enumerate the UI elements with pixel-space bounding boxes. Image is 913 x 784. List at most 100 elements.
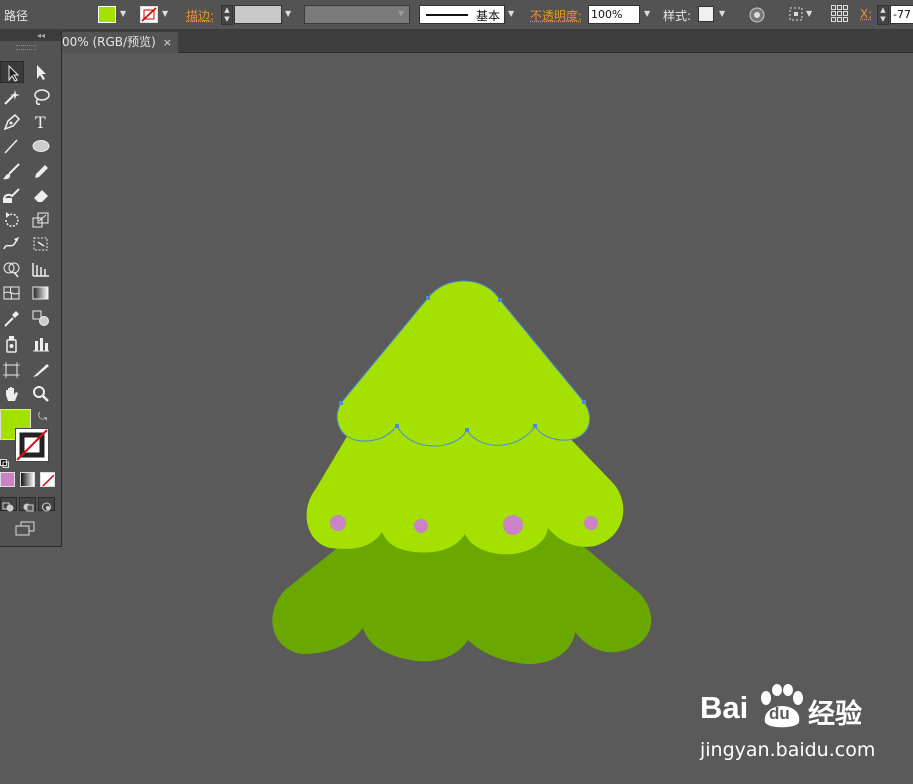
fill-dropdown-arrow[interactable]: ▼ [120,9,126,18]
tree-top-tier-selected-path[interactable] [336,280,590,447]
pencil-tool[interactable] [29,160,53,182]
stroke-weight-dropdown-arrow[interactable]: ▼ [285,9,291,18]
draw-normal-button[interactable] [0,497,17,512]
lasso-icon [34,89,50,105]
blend-tool[interactable] [29,307,53,329]
rotate-tool[interactable] [0,209,24,231]
document-tab[interactable]: 00% (RGB/预览) × [58,32,178,53]
type-tool[interactable]: T [29,111,53,133]
ornament[interactable] [584,516,598,530]
warp-icon [3,237,19,250]
draw-behind-button[interactable] [19,497,36,512]
perspective-grid-icon [32,263,49,277]
watermark-brand-du: du [769,704,790,723]
scale-tool[interactable] [29,209,53,231]
opacity-label[interactable]: 不透明度: [530,7,582,24]
eraser-tool[interactable] [29,184,53,206]
close-tab-icon[interactable]: × [163,32,172,53]
style-dropdown-arrow[interactable]: ▼ [719,9,725,18]
watermark-url: jingyan.baidu.com [700,739,876,761]
variable-width-dropdown-arrow[interactable]: ▼ [398,9,404,18]
ornament[interactable] [330,515,346,531]
recolor-artwork-icon[interactable] [748,6,766,27]
collapse-panel-icon[interactable]: ◂◂ [37,31,45,40]
pen-tool[interactable] [0,111,24,133]
stroke-color-swatch[interactable] [140,6,158,23]
stroke-weight-input[interactable] [234,5,282,24]
tools-panel-header[interactable]: ◂◂ [0,31,61,41]
gradient-icon [32,286,49,300]
align-grid-icon[interactable] [830,4,850,27]
free-transform-tool[interactable] [29,233,53,255]
x-input[interactable]: -77 [890,5,913,24]
x-label[interactable]: X: [860,7,872,21]
ornament[interactable] [414,519,428,533]
gradient-mode-button[interactable] [20,472,35,487]
svg-text:T: T [35,113,46,132]
stroke-swatch[interactable] [15,428,49,462]
hand-icon [6,387,18,401]
swap-fill-stroke-icon[interactable]: ⤿ [38,410,47,424]
transform-dropdown-arrow[interactable]: ▼ [806,9,812,18]
artboard-canvas[interactable] [0,53,913,784]
color-mode-button[interactable] [0,472,15,487]
brush-profile-label: 基本 [476,9,501,23]
shape-builder-tool[interactable] [0,258,24,280]
blob-brush-tool[interactable] [0,184,24,206]
zoom-tool[interactable] [29,383,53,405]
brush-definition-dropdown[interactable]: 基本 [419,5,505,24]
eyedropper-tool[interactable] [0,307,24,329]
ellipse-tool[interactable] [29,135,53,157]
opacity-dropdown-arrow[interactable]: ▼ [644,9,650,18]
lasso-tool[interactable] [29,86,53,108]
zoom-icon [33,386,49,402]
ornament[interactable] [503,515,523,535]
symbol-sprayer-tool[interactable] [0,333,24,355]
magic-wand-tool[interactable] [0,86,24,108]
graphic-style-swatch[interactable] [698,6,714,22]
warp-tool[interactable] [0,233,24,255]
selection-tool[interactable] [0,61,24,83]
line-segment-tool[interactable] [0,135,24,157]
none-mode-button[interactable] [40,472,55,487]
direct-selection-tool[interactable] [29,61,53,83]
stroke-weight-stepper[interactable]: ▲ ▼ [221,5,233,25]
default-colors-icon[interactable] [0,453,9,468]
paintbrush-icon [3,163,20,180]
panel-grip[interactable] [16,45,36,50]
gradient-tool[interactable] [29,282,53,304]
rotate-icon [5,212,19,227]
ellipse-icon [32,140,50,152]
x-stepper[interactable]: ▲ ▼ [877,5,889,25]
stroke-dropdown-arrow[interactable]: ▼ [162,9,168,18]
graph-tool[interactable] [29,258,53,280]
column-graph-tool[interactable] [29,333,53,355]
pencil-icon [35,165,48,178]
variable-width-profile-dropdown[interactable] [304,5,410,24]
fill-color-swatch[interactable] [98,6,116,23]
tools-panel: ◂◂ T ⤿ [0,31,62,547]
style-label: 样式: [663,9,692,23]
eyedropper-icon [4,311,19,327]
blob-brush-icon [3,188,20,203]
magic-wand-icon [4,90,20,105]
draw-inside-button[interactable] [38,497,55,512]
opacity-input[interactable]: 100% [588,5,640,24]
scale-icon [32,212,49,228]
mesh-icon [3,286,20,300]
slice-tool[interactable] [29,359,53,381]
no-stroke-indicator-icon [16,429,48,461]
brush-dropdown-arrow[interactable]: ▼ [508,9,514,18]
mesh-tool[interactable] [0,282,24,304]
document-tab-bar: 00% (RGB/预览) × [0,30,913,53]
transform-reference-icon[interactable] [788,6,804,25]
artboard-tool[interactable] [0,359,24,381]
hand-tool[interactable] [0,383,24,405]
paintbrush-tool[interactable] [0,160,24,182]
artwork [272,280,652,665]
free-transform-icon [33,237,48,251]
type-icon: T [35,113,46,132]
screen-mode-button[interactable] [13,520,37,538]
selection-type-label: 路径 [4,9,29,23]
stroke-label[interactable]: 描边: [186,7,214,24]
